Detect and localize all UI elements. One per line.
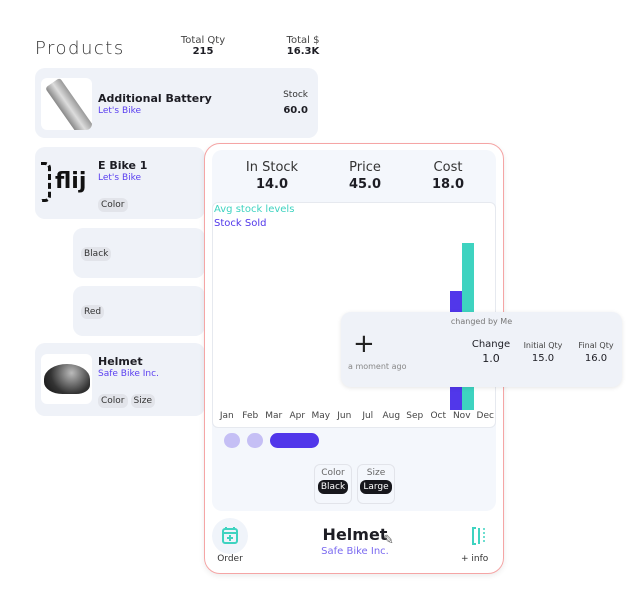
- x-tick-label: Nov: [452, 411, 471, 421]
- x-tick-label: Aug: [382, 411, 401, 421]
- x-tick-label: Jun: [337, 411, 352, 421]
- info-panel-icon[interactable]: [471, 527, 487, 549]
- x-tick-label: Oct: [430, 411, 447, 421]
- stat-price: Price 45.0: [348, 160, 382, 192]
- x-tick-label: May: [311, 411, 331, 421]
- option-chip: Color: [98, 198, 128, 212]
- total-qty: Total Qty 215: [180, 35, 226, 57]
- variant-red[interactable]: Red: [73, 286, 205, 336]
- flij-logo: flij: [39, 157, 93, 209]
- battery-image: [41, 78, 92, 130]
- page-title: Products: [35, 38, 125, 59]
- x-tick-label: Sep: [406, 411, 424, 421]
- page-dot[interactable]: [247, 433, 263, 448]
- edit-pencil-icon[interactable]: ✎: [383, 533, 394, 548]
- x-tick-label: Apr: [289, 411, 306, 421]
- page-dot[interactable]: [224, 433, 240, 448]
- product-card-ebike[interactable]: flij E Bike 1 Let's Bike Color: [35, 147, 205, 219]
- x-tick-label: Feb: [242, 411, 259, 421]
- detail-vendor: Safe Bike Inc.: [321, 546, 389, 557]
- history-tooltip: changed by Me + a moment ago Change 1.0 I…: [341, 312, 622, 387]
- helmet-image: [41, 354, 92, 404]
- option-size[interactable]: Size Large: [357, 464, 395, 504]
- detail-name: Helmet: [322, 525, 388, 544]
- more-info-button[interactable]: + info: [461, 554, 488, 564]
- option-color[interactable]: Color Black: [314, 464, 352, 504]
- x-tick-label: Jan: [219, 411, 234, 421]
- legend-avg-stock[interactable]: Avg stock levels: [214, 204, 294, 215]
- legend-stock-sold[interactable]: Stock Sold: [214, 218, 266, 229]
- variant-black[interactable]: Black: [73, 228, 205, 278]
- plus-icon: +: [353, 329, 375, 359]
- x-tick-label: Jul: [362, 411, 374, 421]
- x-tick-label: Mar: [265, 411, 283, 421]
- total-amount: Total $ 16.3K: [286, 35, 320, 57]
- product-card-battery[interactable]: Additional Battery Let's Bike Stock 60.0: [35, 68, 318, 138]
- x-tick-label: Dec: [476, 411, 494, 421]
- stat-in-stock: In Stock 14.0: [245, 160, 299, 192]
- stat-cost: Cost 18.0: [431, 160, 465, 192]
- page-dot-active[interactable]: [270, 433, 319, 448]
- product-card-helmet[interactable]: Helmet Safe Bike Inc. Color Size: [35, 343, 205, 416]
